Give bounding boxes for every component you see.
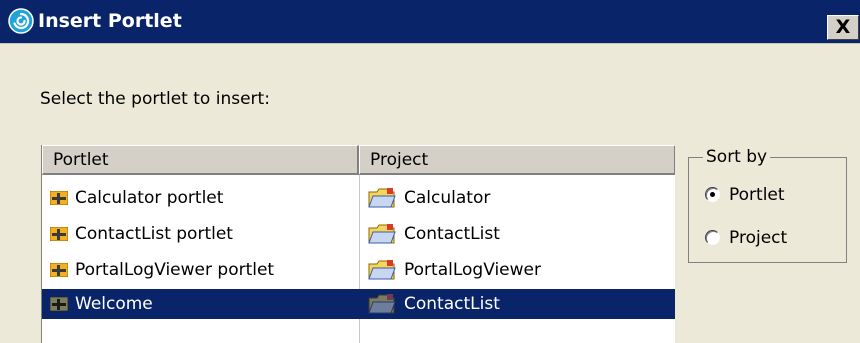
project-name: ContactList	[404, 294, 500, 314]
sort-portlet-radio[interactable]: Portlet	[705, 183, 835, 207]
portlet-table: Portlet Project Calculator portlet Calcu…	[41, 145, 675, 343]
title-bar: Insert Portlet X	[0, 0, 860, 44]
folder-icon	[368, 224, 396, 244]
portlet-icon	[50, 297, 68, 311]
project-name: PortalLogViewer	[404, 260, 541, 280]
portlet-name: Welcome	[75, 294, 153, 314]
table-row[interactable]: ContactList portlet ContactList	[42, 219, 675, 249]
column-header-project[interactable]: Project	[359, 145, 675, 175]
portlet-name: ContactList portlet	[75, 224, 233, 244]
portlet-icon	[50, 191, 68, 205]
folder-icon	[368, 294, 396, 314]
folder-icon	[368, 188, 396, 208]
column-header-portlet[interactable]: Portlet	[42, 145, 359, 175]
portlet-icon	[50, 263, 68, 277]
portlet-name: Calculator portlet	[75, 188, 224, 208]
sort-project-radio[interactable]: Project	[705, 226, 835, 250]
radio-label: Portlet	[729, 185, 785, 205]
radio-checked-icon	[705, 187, 720, 202]
project-name: ContactList	[404, 224, 500, 244]
table-row[interactable]: PortalLogViewer portlet PortalLogViewer	[42, 255, 675, 285]
project-name: Calculator	[404, 188, 491, 208]
radio-unchecked-icon	[705, 230, 720, 245]
swirl-icon	[8, 8, 34, 34]
radio-label: Project	[729, 228, 788, 248]
portlet-name: PortalLogViewer portlet	[75, 260, 275, 280]
window-title: Insert Portlet	[38, 10, 182, 32]
instruction-text: Select the portlet to insert:	[40, 89, 270, 109]
table-row[interactable]: Calculator portlet Calculator	[42, 183, 675, 213]
portlet-icon	[50, 227, 68, 241]
sort-by-legend: Sort by	[703, 146, 771, 168]
close-button[interactable]: X	[827, 15, 859, 40]
folder-icon	[368, 260, 396, 280]
table-row-selected[interactable]: Welcome ContactList	[42, 289, 675, 319]
